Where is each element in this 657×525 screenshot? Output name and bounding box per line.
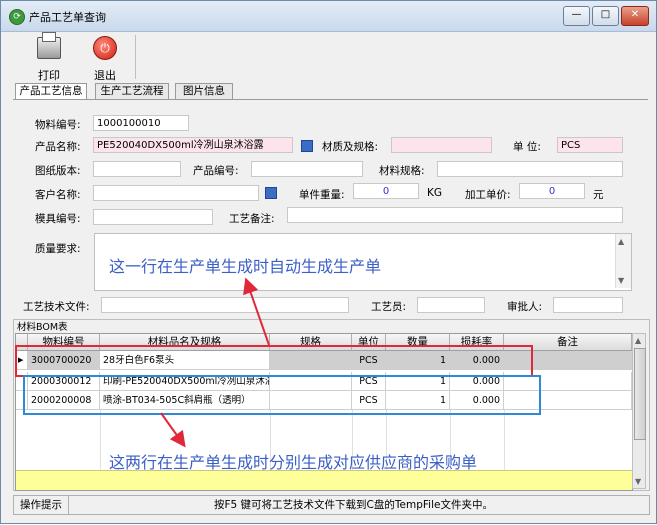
arrow-up — [243, 277, 270, 346]
status-message: 按F5 键可将工艺技术文件下载到C盘的TempFile文件夹中。 — [214, 499, 493, 511]
annotation-arrows — [160, 277, 270, 448]
status-bar: 操作提示 按F5 键可将工艺技术文件下载到C盘的TempFile文件夹中。 — [13, 495, 650, 515]
app-window: ⟳ 产品工艺单查询 — □ ✕ 打印 ⏻ 退出 产品工艺信息 生产工艺流程 图片… — [0, 0, 657, 524]
arrow-down — [160, 412, 186, 448]
status-label: 操作提示 — [14, 496, 69, 514]
